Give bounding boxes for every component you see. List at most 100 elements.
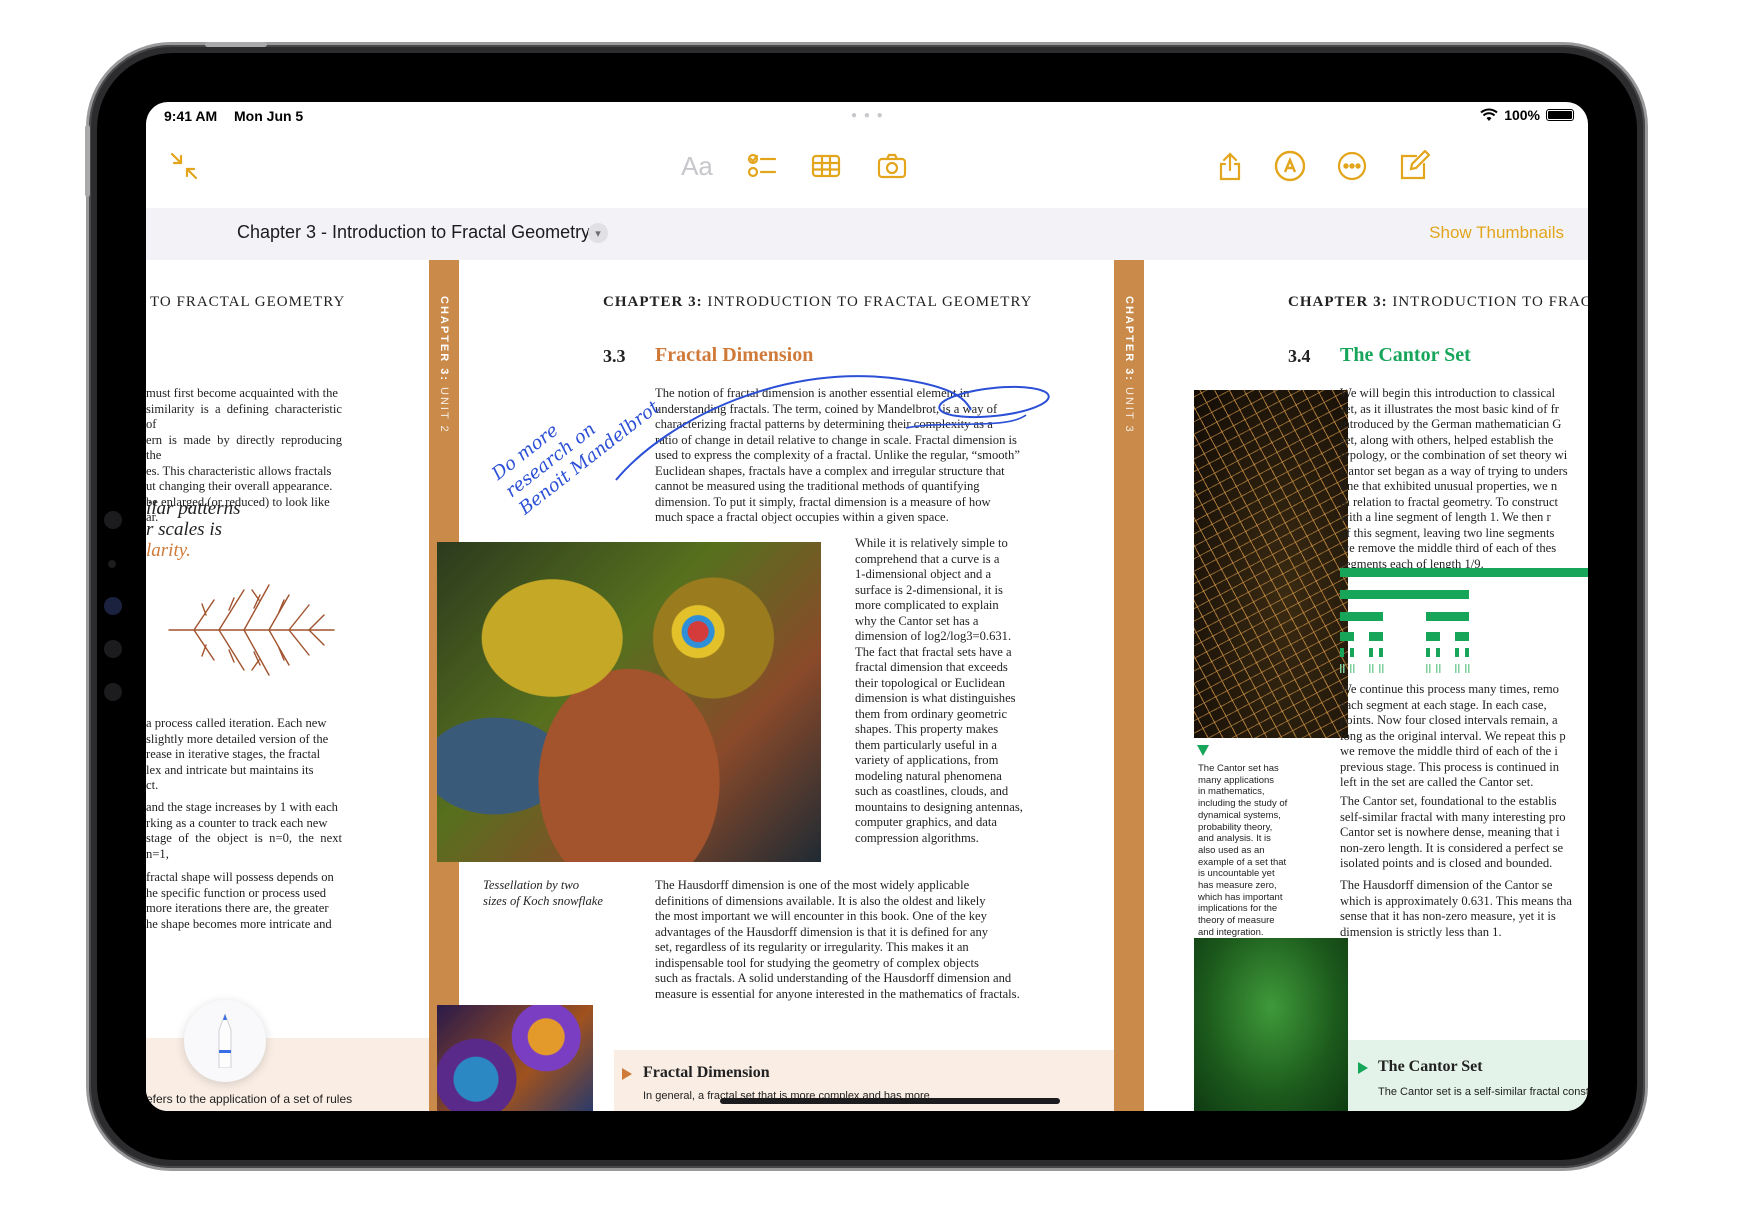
- text-line: set, regardless of its regularity or irr…: [655, 940, 969, 954]
- share-icon[interactable]: [1212, 148, 1248, 184]
- disclosure-triangle-icon[interactable]: [622, 1068, 632, 1080]
- text-line: While it is relatively simple to: [855, 536, 1008, 550]
- left-pull-quote: ilar patterns r scales is larity.: [146, 498, 240, 561]
- text-line: which is approximately 0.631. This means…: [1340, 893, 1573, 908]
- caption-line: many applications: [1198, 774, 1275, 786]
- callout-title: The Cantor Set: [1378, 1058, 1483, 1075]
- document-title[interactable]: Chapter 3 - Introduction to Fractal Geom…: [237, 222, 590, 243]
- text-line: of this segment, leaving two line segmen…: [1340, 525, 1555, 540]
- text-line: computer graphics, and data: [855, 815, 997, 829]
- pdf-pages-view[interactable]: TO FRACTAL GEOMETRY must first become ac…: [146, 260, 1588, 1111]
- multitasking-dots-icon[interactable]: ● ● ●: [851, 110, 885, 121]
- text-line: non-zero length. It is considered a perf…: [1340, 840, 1564, 855]
- text-line: he shape becomes more intricate and: [146, 916, 332, 931]
- text-line: shapes. This property makes: [855, 722, 999, 736]
- text-line: left in the set are called the Cantor se…: [1340, 775, 1534, 789]
- text-line: Cantor set is nowhere dense, meaning tha…: [1340, 825, 1560, 839]
- text-line: with a line segment of length 1. We then…: [1340, 510, 1551, 524]
- checklist-icon[interactable]: [744, 148, 780, 184]
- camera-icon[interactable]: [874, 148, 910, 184]
- text-line: surface is 2-dimensional, it is: [855, 582, 1003, 597]
- text-line: each segment at each stage. In each case…: [1340, 697, 1547, 712]
- text-line: fractal shape will possess depends on: [146, 870, 334, 884]
- caption-line: and integration.: [1198, 926, 1264, 938]
- image-caption: Tessellation by two sizes of Koch snowfla…: [483, 878, 603, 909]
- text-line: dimension of log2/log3=0.631.: [855, 629, 1012, 643]
- home-indicator[interactable]: [720, 1098, 1060, 1104]
- text-line: stage of the object is n=0, the next n=1…: [146, 831, 342, 861]
- table-icon[interactable]: [808, 148, 844, 184]
- disclosure-triangle-icon[interactable]: [1358, 1062, 1368, 1074]
- right-para-3: The Cantor set, foundational to the esta…: [1340, 794, 1588, 872]
- text-line: such as fractals. A solid understanding …: [655, 971, 1012, 985]
- text-format-icon[interactable]: Aa: [679, 148, 715, 184]
- text-line: We will begin this introduction to class…: [1340, 386, 1556, 400]
- markup-pen-icon[interactable]: [1272, 148, 1308, 184]
- chevron-down-icon[interactable]: ▾: [588, 223, 608, 243]
- fractal-image: [437, 542, 821, 862]
- text-line: a process called iteration. Each new: [146, 716, 327, 730]
- caption-line: probability theory,: [1198, 821, 1273, 833]
- more-ellipsis-icon[interactable]: [1334, 148, 1370, 184]
- text-line: Cantor set began as a way of trying to u…: [1340, 463, 1568, 478]
- right-callout: The Cantor Set The Cantor set is a self-…: [1348, 1040, 1588, 1111]
- screen: 9:41 AM Mon Jun 5 ● ● ● 100% Aa Chapter …: [146, 102, 1588, 1111]
- left-page-header: TO FRACTAL GEOMETRY: [150, 294, 346, 310]
- text-line: es. This characteristic allows fractals: [146, 463, 332, 478]
- text-line: rease in iterative stages, the fractal: [146, 747, 321, 761]
- text-line: we remove the middle third of each of th…: [1340, 744, 1558, 758]
- text-line: modeling natural phenomena: [855, 768, 1002, 783]
- pull-quote-line: ilar patterns: [146, 498, 241, 519]
- caption-line: including the study of: [1198, 798, 1288, 810]
- text-line: comprehend that a curve is a: [855, 551, 1000, 566]
- text-line: advantages of the Hausdorff dimension is…: [655, 924, 989, 939]
- fractal-thumbnail: [437, 1005, 593, 1111]
- toolbar: Aa: [146, 132, 1588, 208]
- pencil-tool-button[interactable]: [184, 1000, 266, 1082]
- pull-quote-line: r scales is: [146, 519, 222, 540]
- text-line: similarity is a defining characteristic …: [146, 401, 342, 432]
- caption-line: in mathematics,: [1198, 786, 1265, 798]
- caption-line: dynamical systems,: [1198, 809, 1281, 821]
- text-line: more complicated to explain: [855, 598, 999, 612]
- cantor-level-0: [1340, 568, 1588, 577]
- text-line: slightly more detailed version of the: [146, 731, 329, 746]
- caption-line: also used as an: [1198, 844, 1265, 856]
- text-line: we remove the middle third of each of th…: [1340, 541, 1557, 555]
- text-line: them from ordinary geometric: [855, 706, 1008, 721]
- caption-line: The Cantor set has: [1198, 763, 1279, 774]
- text-line: introduced by the German mathematician G: [1340, 417, 1562, 431]
- text-line: ct.: [146, 778, 159, 792]
- side-button: [85, 125, 90, 197]
- text-line: points. Now four closed intervals remain…: [1340, 713, 1558, 727]
- text-line: The Hausdorff dimension is one of the mo…: [655, 878, 970, 892]
- text-line: 1-dimensional object and a: [855, 567, 992, 581]
- text-line: The fact that fractal sets have a: [855, 644, 1012, 659]
- text-line: in relation to fractal geometry. To cons…: [1340, 494, 1559, 509]
- status-bar: 9:41 AM Mon Jun 5 ● ● ● 100%: [146, 102, 1588, 132]
- text-line: them particularly useful in a: [855, 737, 997, 752]
- cantor-levels-3-5: [1340, 632, 1470, 673]
- text-line: compression algorithms.: [855, 830, 979, 845]
- fern-illustration: [168, 584, 335, 676]
- right-intro: We will begin this introduction to class…: [1340, 386, 1588, 572]
- text-line: long as the original interval. We repeat…: [1340, 728, 1566, 743]
- text-line: why the Cantor set has a: [855, 613, 979, 628]
- caption-line: implications for the: [1198, 903, 1278, 915]
- status-date: Mon Jun 5: [234, 108, 304, 124]
- text-line: sense that it has non-zero measure, yet …: [1340, 909, 1556, 923]
- compose-icon[interactable]: [1396, 148, 1432, 184]
- caption-line: and analysis. It is: [1198, 833, 1271, 845]
- text-line: self-similar fractal with many interesti…: [1340, 809, 1566, 824]
- section-title: The Cantor Set: [1340, 344, 1471, 366]
- text-line: indispensable tool for studying the geom…: [655, 955, 979, 970]
- text-line: more iterations there are, the greater: [146, 901, 329, 915]
- text-line: ut changing their overall appearance.: [146, 479, 333, 493]
- caption-line: sizes of Koch snowflake: [483, 893, 603, 908]
- sensor-dot: [104, 683, 122, 701]
- text-line: and the stage increases by 1 with each: [146, 800, 338, 814]
- collapse-arrows-icon[interactable]: [166, 148, 202, 184]
- caption-line: example of a set that: [1198, 856, 1287, 868]
- sensor-dot: [104, 640, 122, 658]
- show-thumbnails-button[interactable]: Show Thumbnails: [1429, 223, 1564, 243]
